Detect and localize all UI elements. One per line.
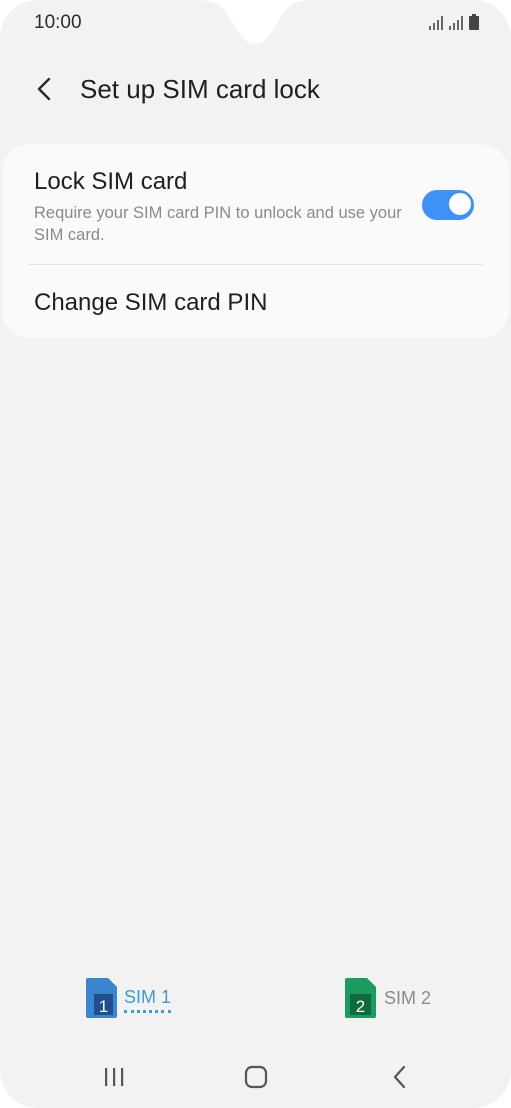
back-button[interactable] xyxy=(26,70,64,108)
home-icon xyxy=(244,1065,268,1089)
nav-back-button[interactable] xyxy=(380,1062,420,1092)
recents-icon xyxy=(105,1068,124,1086)
settings-card: Lock SIM card Require your SIM card PIN … xyxy=(2,144,509,338)
lock-sim-toggle[interactable] xyxy=(422,190,474,220)
lock-sim-row[interactable]: Lock SIM card Require your SIM card PIN … xyxy=(2,144,509,264)
chevron-left-icon xyxy=(37,77,51,101)
change-pin-label: Change SIM card PIN xyxy=(34,289,268,316)
status-icons xyxy=(429,14,479,30)
sim2-tab[interactable]: 2 SIM 2 xyxy=(345,978,431,1018)
home-button[interactable] xyxy=(236,1062,276,1092)
status-time: 10:00 xyxy=(34,12,82,33)
sim1-badge: 1 xyxy=(99,997,108,1016)
toggle-knob xyxy=(448,192,472,216)
signal-sim2-icon xyxy=(449,16,463,30)
back-icon xyxy=(393,1065,406,1089)
sim-card-icon: 1 xyxy=(86,978,117,1018)
page-title: Set up SIM card lock xyxy=(80,74,320,104)
navigation-bar xyxy=(0,1052,511,1102)
header: Set up SIM card lock xyxy=(0,64,511,114)
change-pin-row[interactable]: Change SIM card PIN xyxy=(2,265,509,338)
recents-button[interactable] xyxy=(94,1062,134,1092)
battery-icon xyxy=(469,14,479,30)
sim1-label: SIM 1 xyxy=(124,987,172,1013)
sim2-badge: 2 xyxy=(356,997,365,1016)
sim-card-icon: 2 xyxy=(345,978,376,1018)
sim2-label: SIM 2 xyxy=(384,987,432,1008)
phone-screen: 10:00 Set up SIM card lock Lock SIM card… xyxy=(0,0,511,1108)
lock-sim-title: Lock SIM card xyxy=(34,168,188,195)
status-bar: 10:00 xyxy=(0,0,511,46)
lock-sim-description: Require your SIM card PIN to unlock and … xyxy=(34,204,402,244)
signal-sim1-icon xyxy=(429,16,443,30)
sim1-tab[interactable]: 1 SIM 1 xyxy=(86,978,172,1018)
